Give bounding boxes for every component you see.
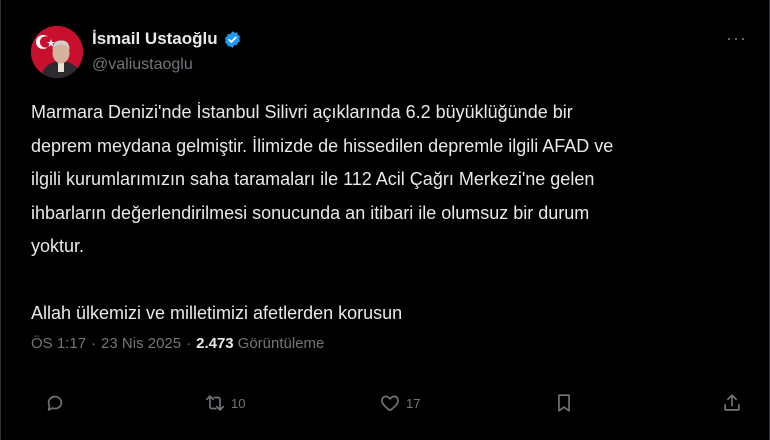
more-icon[interactable]: ··· <box>726 28 747 49</box>
views-label: Görüntüleme <box>237 335 325 352</box>
tweet-text: Marmara Denizi'nde İstanbul Silivri açık… <box>31 102 614 323</box>
retweet-icon <box>205 395 225 411</box>
avatar-image <box>31 26 83 78</box>
share-button[interactable] <box>721 392 743 414</box>
author-name-row[interactable]: İsmail Ustaoğlu <box>92 29 242 49</box>
like-icon <box>381 395 399 412</box>
tweet-time[interactable]: ÖS 1:17 <box>31 335 86 352</box>
meta-separator: · <box>186 335 192 352</box>
meta-separator: · <box>91 335 97 352</box>
like-button[interactable]: 17 <box>379 392 420 414</box>
reply-icon <box>47 395 63 411</box>
verified-badge-icon[interactable] <box>223 30 242 49</box>
action-bar: 10 17 <box>1 392 770 432</box>
tweet-card[interactable]: İsmail Ustaoğlu @valiustaoglu ··· Marmar… <box>0 0 770 440</box>
retweet-button[interactable]: 10 <box>204 392 245 414</box>
like-count: 17 <box>406 395 421 411</box>
views-count: 2.473 <box>196 335 234 352</box>
user-handle[interactable]: @valiustaoglu <box>92 56 193 74</box>
retweet-count: 10 <box>231 395 246 411</box>
tweet-date[interactable]: 23 Nis 2025 <box>101 335 181 352</box>
bookmark-button[interactable] <box>553 392 575 414</box>
bookmark-icon <box>558 394 570 412</box>
tweet-meta: ÖS 1:17 · 23 Nis 2025 · 2.473 Görüntülem… <box>31 335 324 352</box>
display-name[interactable]: İsmail Ustaoğlu <box>92 29 218 49</box>
share-icon <box>724 394 740 411</box>
reply-button[interactable] <box>44 392 71 414</box>
avatar[interactable] <box>31 26 83 78</box>
